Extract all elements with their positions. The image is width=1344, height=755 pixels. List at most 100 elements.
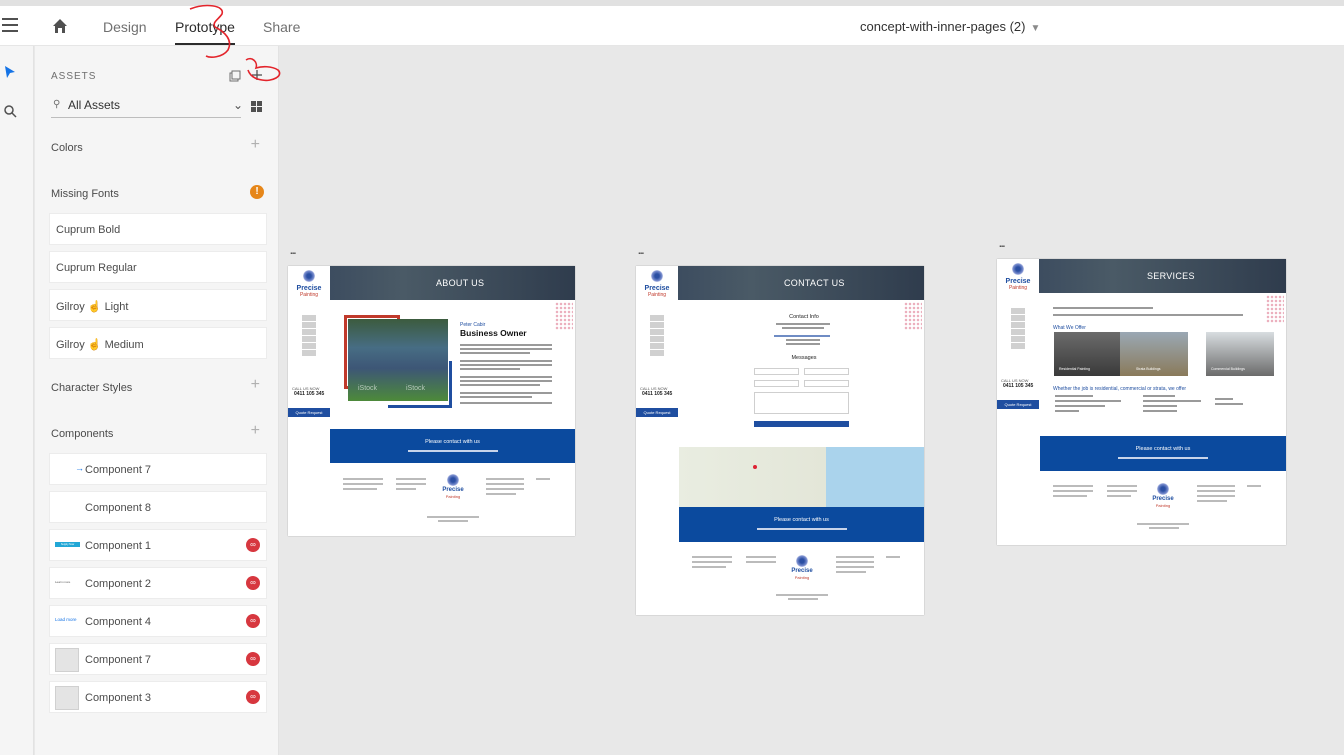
send-button <box>754 421 849 427</box>
artboard-options-icon[interactable]: ... <box>290 246 296 257</box>
character-styles-label: Character Styles <box>51 382 133 394</box>
tab-prototype[interactable]: Prototype <box>175 19 235 45</box>
logo-burst-icon <box>447 474 459 486</box>
decorative-dots <box>904 302 922 330</box>
components-section-label: Components <box>51 428 114 440</box>
chevron-down-icon: ▼ <box>1030 23 1041 34</box>
phone-number: 0411 105 345 <box>1003 383 1034 389</box>
component-thumbnail: Load more <box>55 617 77 622</box>
font-weight: Medium <box>104 339 144 351</box>
service-thumbnail: Strata Buildings <box>1120 332 1188 376</box>
quote-request-button: Quote Request <box>997 400 1039 409</box>
font-family: Gilroy <box>56 339 85 351</box>
add-asset-plus-icon[interactable] <box>251 68 263 86</box>
component-item[interactable]: Load more Component 4 ∞ <box>49 605 267 637</box>
component-label: Component 7 <box>85 654 152 666</box>
artboard-header: Precise Painting ABOUT US <box>288 266 575 300</box>
contact-band: Please contact with us <box>1040 436 1286 471</box>
tab-share[interactable]: Share <box>263 19 300 35</box>
component-item[interactable]: Learn more Component 2 ∞ <box>49 567 267 599</box>
link-icon[interactable]: ∞ <box>246 538 260 552</box>
service-caption: Residential Painting <box>1059 367 1090 371</box>
font-name: Cuprum Regular <box>56 262 137 274</box>
contact-band-title: Please contact with us <box>1135 446 1191 452</box>
precise-painting-logo: Precise Painting <box>997 259 1039 293</box>
decorative-dots <box>555 302 573 330</box>
contact-band-title: Please contact with us <box>425 439 480 445</box>
document-assets-icon[interactable] <box>229 69 241 87</box>
assets-filter-label: All Assets <box>68 98 121 112</box>
logo-burst-icon <box>1012 263 1024 275</box>
owner-title: Business Owner <box>460 328 527 338</box>
add-component-plus-icon[interactable]: + <box>251 422 260 440</box>
missing-font-item[interactable]: Cuprum Regular <box>49 251 267 283</box>
component-label: Component 3 <box>85 692 152 704</box>
missing-font-item[interactable]: Cuprum Bold <box>49 213 267 245</box>
artboard-side-menu <box>288 314 330 357</box>
what-we-offer-title: What We Offer <box>1053 325 1086 331</box>
service-thumbnail: Commercial Buildings <box>1206 332 1274 376</box>
tool-rail <box>0 46 34 755</box>
logo-sub: Painting <box>794 575 810 580</box>
phone-number: 0411 105 345 <box>294 391 325 397</box>
home-icon[interactable] <box>51 17 69 35</box>
grid-view-icon[interactable] <box>251 99 262 117</box>
footer-logo: Precise Painting <box>790 555 814 581</box>
font-name: Cuprum Bold <box>56 224 121 236</box>
logo-sub: Painting <box>445 494 461 499</box>
zoom-tool-icon[interactable] <box>3 104 17 118</box>
missing-font-item[interactable]: Gilroy ☝ Medium <box>49 327 267 359</box>
warning-icon: ! <box>250 185 264 199</box>
artboard-header-title: SERVICES <box>1147 271 1195 281</box>
artboard-about-us[interactable]: Precise Painting ABOUT US CALL US NOW 04… <box>288 266 575 536</box>
component-thumbnail: Supply Now <box>55 542 80 547</box>
artboard-side-menu <box>636 314 678 357</box>
component-label: Component 8 <box>85 502 152 514</box>
artboard-header: Precise Painting SERVICES <box>997 259 1286 293</box>
message-textarea <box>754 392 849 414</box>
stock-watermark: iStock <box>358 385 378 392</box>
footer-logo: Precise Painting <box>441 474 465 500</box>
assets-title: ASSETS <box>51 71 97 82</box>
missing-font-item[interactable]: Gilroy ☝ Light <box>49 289 267 321</box>
document-title[interactable]: concept-with-inner-pages (2) ▼ <box>860 19 1040 34</box>
search-icon: ⚲ <box>53 99 61 110</box>
assets-filter-dropdown[interactable]: ⚲ All Assets ⌄ <box>51 94 243 118</box>
chevron-down-icon: ⌄ <box>232 98 243 112</box>
form-field <box>754 368 799 375</box>
quote-request-button: Quote Request <box>636 408 678 417</box>
contact-info-title: Contact Info <box>789 314 819 320</box>
link-icon[interactable]: ∞ <box>246 652 260 666</box>
component-item[interactable]: Component 3 ∞ <box>49 681 267 713</box>
logo-sub: Painting <box>647 292 667 298</box>
artboard-services[interactable]: Precise Painting SERVICES CALL US NOW 04… <box>997 259 1286 545</box>
hamburger-menu-icon[interactable] <box>2 18 18 32</box>
contact-band-title: Please contact with us <box>774 517 829 523</box>
component-item[interactable]: Component 7 ∞ <box>49 643 267 675</box>
add-color-plus-icon[interactable]: + <box>251 136 260 154</box>
select-tool-icon[interactable] <box>3 65 17 79</box>
component-label: Component 4 <box>85 616 152 628</box>
artboard-contact-us[interactable]: Precise Painting CONTACT US CALL US NOW … <box>636 266 924 615</box>
logo-name: Precise <box>442 487 464 493</box>
artboard-options-icon[interactable]: ... <box>999 239 1005 250</box>
logo-burst-icon <box>651 270 663 282</box>
link-icon[interactable]: ∞ <box>246 690 260 704</box>
component-item[interactable]: Component 8 <box>49 491 267 523</box>
photo-accent-frame <box>388 361 452 408</box>
font-name: Gilroy ☝ Light <box>56 300 128 313</box>
tab-design[interactable]: Design <box>103 19 147 35</box>
messages-title: Messages <box>791 355 817 361</box>
link-icon[interactable]: ∞ <box>246 576 260 590</box>
missing-fonts-label: Missing Fonts <box>51 188 119 200</box>
canvas[interactable]: ... Precise Painting ABOUT US CALL US NO… <box>280 46 1344 755</box>
add-character-style-plus-icon[interactable]: + <box>251 376 260 394</box>
component-item[interactable]: → Component 7 <box>49 453 267 485</box>
service-caption: Strata Buildings <box>1136 367 1161 371</box>
component-item[interactable]: Supply Now Component 1 ∞ <box>49 529 267 561</box>
document-title-text: concept-with-inner-pages (2) <box>860 19 1026 34</box>
link-icon[interactable]: ∞ <box>246 614 260 628</box>
artboard-options-icon[interactable]: ... <box>638 246 644 257</box>
logo-burst-icon <box>303 270 315 282</box>
precise-painting-logo: Precise Painting <box>288 266 330 300</box>
